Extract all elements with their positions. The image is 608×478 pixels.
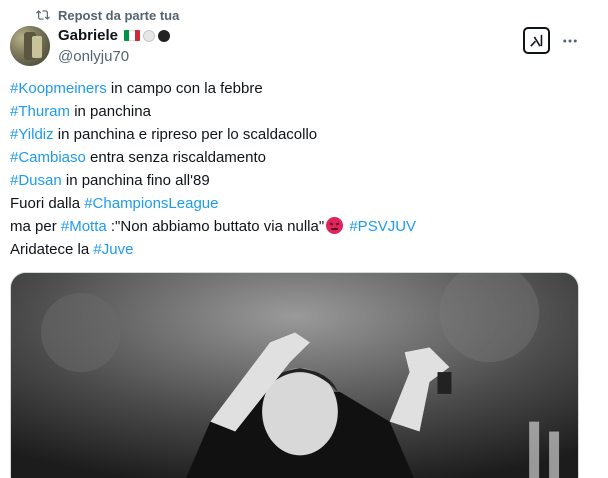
repost-icon xyxy=(36,10,50,20)
author-handle[interactable]: @onlyju70 xyxy=(58,48,170,65)
tweet-line: Aridatece la #Juve xyxy=(10,241,134,258)
repost-label: Repost da parte tua xyxy=(58,7,180,23)
author-display-name-row[interactable]: Gabriele xyxy=(58,26,171,45)
hashtag-link[interactable]: #Cambiaso xyxy=(10,149,86,166)
hashtag-link[interactable]: #Yildiz xyxy=(10,126,54,143)
more-icon xyxy=(563,39,577,43)
hashtag-link[interactable]: #Koopmeiners xyxy=(10,80,107,97)
italy-flag-icon xyxy=(124,30,141,41)
author-display-name[interactable]: Gabriele xyxy=(58,27,118,44)
tweet-line: #Cambiaso entra senza riscaldamento xyxy=(10,149,266,166)
more-options-button[interactable] xyxy=(560,31,580,51)
avatar[interactable] xyxy=(10,26,50,66)
hashtag-link[interactable]: #Dusan xyxy=(10,172,62,189)
repost-row: Repost da parte tua xyxy=(36,6,179,24)
tweet-line: ma per #Motta :"Non abbiamo buttato via … xyxy=(10,217,417,235)
tweet-line: Fuori dalla #ChampionsLeague xyxy=(10,195,219,212)
black-circle-icon xyxy=(158,29,171,42)
tweet-line: #Yildiz in panchina e ripreso per lo sca… xyxy=(10,126,318,143)
hashtag-link[interactable]: #PSVJUV xyxy=(349,218,416,235)
tweet-line: #Dusan in panchina fino all'89 xyxy=(10,172,210,189)
author-block: Gabriele @onlyju70 xyxy=(58,26,171,65)
tweet-text: #Koopmeiners in campo con la febbre #Thu… xyxy=(10,77,570,261)
tweet-line: #Thuram in panchina xyxy=(10,103,151,120)
coach-photo xyxy=(11,273,578,478)
tweet-media-photo[interactable] xyxy=(10,272,579,478)
hashtag-link[interactable]: #Juve xyxy=(93,241,133,258)
hashtag-link[interactable]: #ChampionsLeague xyxy=(84,195,218,212)
white-circle-icon xyxy=(143,29,156,42)
angry-face-icon xyxy=(326,217,344,234)
grok-icon xyxy=(530,34,543,47)
grok-button[interactable] xyxy=(523,27,550,54)
hashtag-link[interactable]: #Thuram xyxy=(10,103,70,120)
hashtag-link[interactable]: #Motta xyxy=(61,218,107,235)
tweet-line: #Koopmeiners in campo con la febbre xyxy=(10,80,263,97)
